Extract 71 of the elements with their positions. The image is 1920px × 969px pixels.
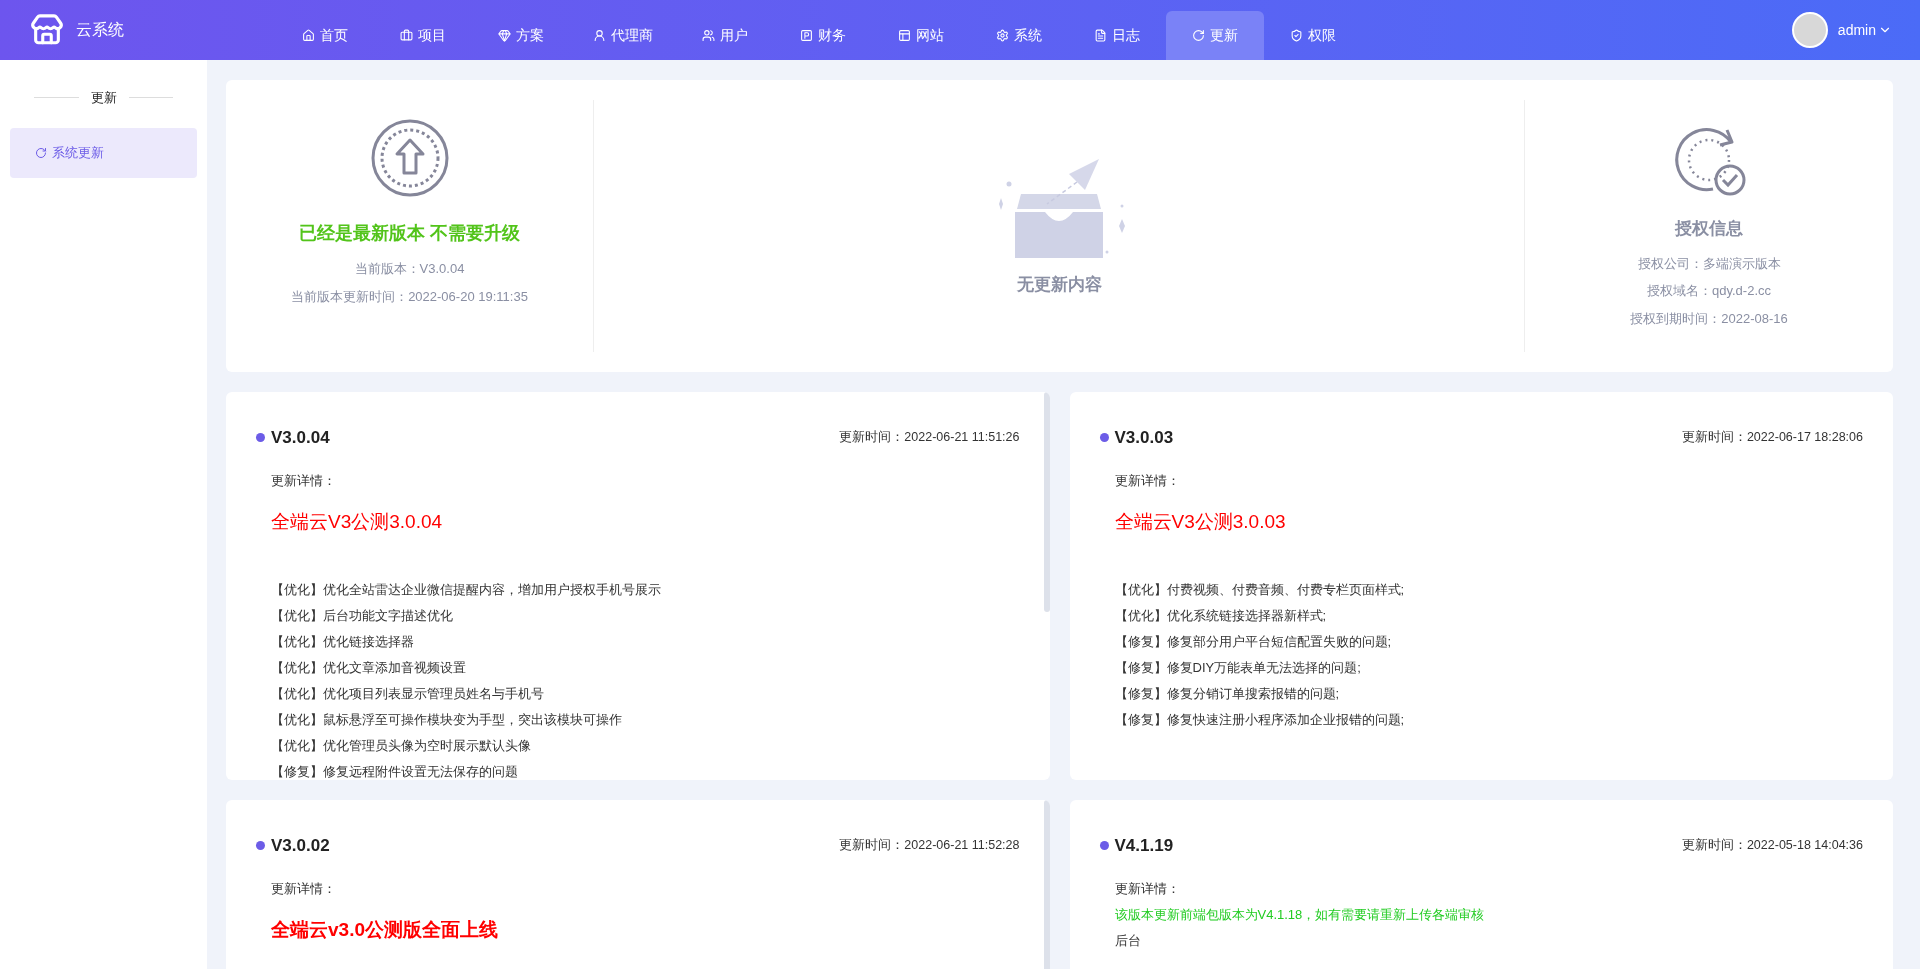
version-title: V4.1.19: [1114, 835, 1174, 857]
current-version: 当前版本：V3.0.04: [354, 260, 465, 278]
details-label: 更新详情：: [271, 471, 337, 490]
nav-tab[interactable]: 用户: [676, 11, 774, 60]
diamond-icon: [498, 29, 511, 42]
release-note: 【修复】修复部分用户平台短信配置失败的问题;: [1114, 632, 1393, 651]
user-menu[interactable]: admin: [1837, 19, 1892, 41]
nav-tab[interactable]: 项目: [374, 11, 472, 60]
layout-icon: [898, 29, 911, 42]
shield-icon: [1290, 29, 1303, 42]
square-icon: [800, 29, 813, 42]
update-time: 更新时间：2022-05-18 14:04:36: [1681, 837, 1863, 855]
briefcase-icon: [400, 29, 413, 42]
users-icon: [702, 29, 715, 42]
nav-tab[interactable]: 系统: [970, 11, 1068, 60]
update-time: 更新时间：2022-06-21 11:52:28: [839, 837, 1020, 855]
refresh-icon: [1192, 29, 1205, 42]
nav-tab[interactable]: 更新: [1166, 11, 1264, 60]
details-label: 更新详情：: [271, 879, 337, 898]
sidebar-item[interactable]: 系统更新: [10, 127, 197, 178]
release-note: 【优化】优化文章添加音视频设置: [271, 658, 467, 677]
sidebar-title: 更新: [90, 89, 117, 107]
release-note: 【优化】后台功能文字描述优化: [271, 606, 454, 625]
release-headline: 全端云V3公测3.0.04: [271, 510, 444, 534]
release-headline: 全端云V3公测3.0.03: [1114, 510, 1287, 534]
avatar[interactable]: [1791, 12, 1828, 48]
auth-info: 授权域名：qdy.d-2.cc: [1647, 282, 1771, 300]
release-note: 【优化】鼠标悬浮至可操作模块变为手型，突出该模块可操作: [271, 710, 623, 729]
update-time: 更新时间：2022-06-17 18:28:06: [1681, 429, 1863, 447]
home-icon: [302, 29, 315, 42]
details-label: 更新详情：: [1114, 879, 1181, 898]
user-icon: [593, 29, 606, 42]
release-note: 后台: [1114, 932, 1142, 950]
nav-tab[interactable]: 方案: [472, 11, 570, 60]
nav-tab[interactable]: 财务: [774, 11, 872, 60]
upload-circle-icon: [369, 118, 450, 198]
brand-name: 云系统: [76, 20, 124, 40]
settings-icon: [996, 29, 1009, 42]
version-title: V3.0.04: [271, 427, 330, 449]
release-headline: 全端云v3.0公测版全面上线: [271, 918, 499, 942]
refresh-icon: [35, 146, 47, 159]
version-title: V3.0.02: [271, 835, 330, 857]
nav-tab[interactable]: 代理商: [570, 11, 676, 60]
version-title: V3.0.03: [1114, 427, 1174, 449]
release-note: 该版本更新前端包版本为V4.1.18，如有需要请重新上传各端审核: [1114, 906, 1486, 924]
release-note: 【修复】修复快速注册小程序添加企业报错的问题;: [1114, 710, 1406, 729]
auth-info: 授权到期时间：2022-08-16: [1630, 309, 1788, 328]
store-icon: [30, 13, 64, 47]
release-note: 【优化】优化管理员头像为空时展示默认头像: [271, 736, 532, 755]
scrollbar[interactable]: [1043, 392, 1050, 612]
nav-tab[interactable]: 网站: [872, 11, 970, 60]
release-note: 【优化】付费视频、付费音频、付费专栏页面样式;: [1114, 580, 1406, 599]
auth-info: 授权公司：多端演示版本: [1637, 254, 1781, 273]
release-note: 【优化】优化链接选择器: [271, 632, 415, 651]
nav-tab[interactable]: 首页: [276, 11, 374, 60]
version-status: 已经是最新版本 不需要升级: [299, 222, 520, 245]
release-note: 【修复】修复分销订单搜索报错的问题;: [1114, 684, 1341, 703]
release-note: 【优化】优化全站雷达企业微信提醒内容，增加用户授权手机号展示: [271, 580, 662, 599]
details-label: 更新详情：: [1114, 471, 1181, 490]
document-icon: [1094, 29, 1107, 42]
auth-title: 授权信息: [1675, 218, 1743, 240]
release-note: 【优化】优化系统链接选择器新样式;: [1114, 606, 1328, 625]
empty-message: 无更新内容: [1016, 274, 1102, 297]
release-note: 【修复】修复DIY万能表单无法选择的问题;: [1114, 658, 1362, 677]
update-time: 更新时间：2022-06-21 11:51:26: [839, 429, 1020, 447]
release-note: 【优化】优化项目列表显示管理员姓名与手机号: [271, 684, 545, 703]
scrollbar[interactable]: [1043, 800, 1050, 969]
release-note: 【修复】修复远程附件设置无法保存的问题: [271, 762, 519, 780]
nav-tab[interactable]: 权限: [1264, 11, 1362, 60]
current-version-time: 当前版本更新时间：2022-06-20 19:11:35: [291, 287, 528, 306]
nav-tab[interactable]: 日志: [1068, 11, 1166, 60]
